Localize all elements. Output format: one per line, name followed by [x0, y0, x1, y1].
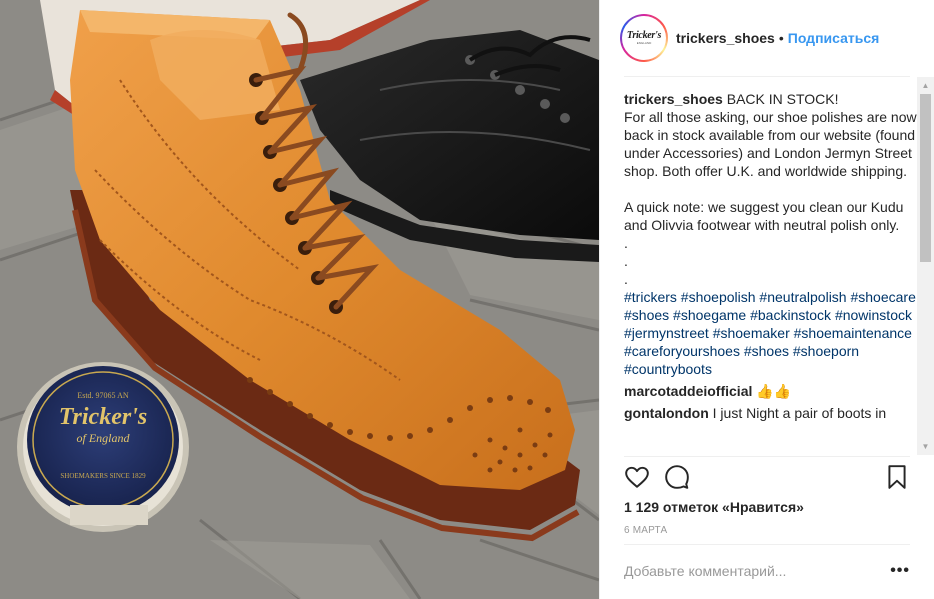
hashtag[interactable]: #nowinstock: [835, 307, 912, 323]
comment-input[interactable]: [624, 556, 874, 586]
caption-username[interactable]: trickers_shoes: [624, 91, 723, 107]
hashtag[interactable]: #shoes: [744, 343, 789, 359]
comment-text: I just Night a pair of boots in: [708, 405, 887, 421]
post-details-panel: Tricker's ENGLAND trickers_shoes • Подпи…: [599, 0, 934, 599]
header-separator: •: [778, 30, 784, 46]
header-username[interactable]: trickers_shoes: [676, 30, 775, 46]
header-divider: [624, 76, 910, 77]
avatar-logo: Tricker's: [626, 30, 662, 41]
tin-sub: of England: [77, 431, 131, 445]
likes-count[interactable]: 1 129 отметок «Нравится»: [624, 499, 804, 515]
avatar-inner: Tricker's ENGLAND: [622, 16, 666, 60]
hashtag[interactable]: #neutralpolish: [759, 289, 846, 305]
actions-divider: [624, 456, 910, 457]
caption-text-block: trickers_shoes BACK IN STOCK! For all th…: [624, 90, 918, 288]
hashtag[interactable]: #jermynstreet: [624, 325, 709, 341]
more-options-button[interactable]: •••: [890, 562, 910, 580]
post-photo[interactable]: Estd. 97065 AN Tricker's of England SHOE…: [0, 0, 599, 599]
comment-username[interactable]: gontalondon: [624, 405, 709, 421]
comment-icon[interactable]: [664, 464, 690, 490]
tin-top-text: Estd. 97065 AN: [77, 391, 129, 400]
hashtag[interactable]: #shoemaintenance: [794, 325, 912, 341]
hashtag[interactable]: #shoemaker: [713, 325, 790, 341]
post-header: Tricker's ENGLAND trickers_shoes • Подпи…: [600, 0, 934, 76]
avatar[interactable]: Tricker's ENGLAND: [620, 14, 668, 62]
post-photo-illustration: Estd. 97065 AN Tricker's of England SHOE…: [0, 0, 599, 599]
hashtag[interactable]: #backinstock: [750, 307, 831, 323]
hashtag[interactable]: #trickers: [624, 289, 677, 305]
comments-scrollbar[interactable]: ▲ ▼: [917, 77, 934, 455]
avatar-logo-sub: ENGLAND: [636, 41, 652, 45]
hashtag[interactable]: #shoes: [624, 307, 669, 323]
hashtag[interactable]: #careforyourshoes: [624, 343, 740, 359]
hashtag[interactable]: #shoegame: [673, 307, 746, 323]
hashtag[interactable]: #countryboots: [624, 361, 712, 377]
hashtag-list: #trickers #shoepolish #neutralpolish #sh…: [624, 288, 918, 378]
heart-icon[interactable]: [624, 464, 650, 490]
tin-bottom-text: SHOEMAKERS SINCE 1829: [60, 472, 146, 480]
scroll-thumb[interactable]: [920, 94, 931, 262]
bookmark-icon[interactable]: [884, 464, 910, 490]
post-date[interactable]: 6 МАРТА: [624, 525, 667, 536]
hashtag[interactable]: #shoeporn: [793, 343, 859, 359]
comment-item: marcotaddeiofficial 👍👍: [624, 382, 918, 400]
comment-text: 👍👍: [752, 383, 792, 399]
hashtag[interactable]: #shoepolish: [681, 289, 756, 305]
tin-brand: Tricker's: [59, 404, 147, 430]
comment-item: gontalondon I just Night a pair of boots…: [624, 404, 918, 422]
comment-box-divider: [624, 544, 910, 545]
scroll-up-icon[interactable]: ▲: [917, 77, 934, 94]
comment-username[interactable]: marcotaddeiofficial: [624, 383, 752, 399]
follow-button[interactable]: Подписаться: [788, 30, 880, 46]
hashtag[interactable]: #shoecare: [850, 289, 915, 305]
comments-list[interactable]: trickers_shoes BACK IN STOCK! For all th…: [624, 90, 918, 456]
caption: trickers_shoes BACK IN STOCK! For all th…: [624, 90, 918, 378]
action-bar: [624, 464, 910, 494]
caption-text: BACK IN STOCK! For all those asking, our…: [624, 91, 917, 287]
scroll-down-icon[interactable]: ▼: [917, 438, 934, 455]
